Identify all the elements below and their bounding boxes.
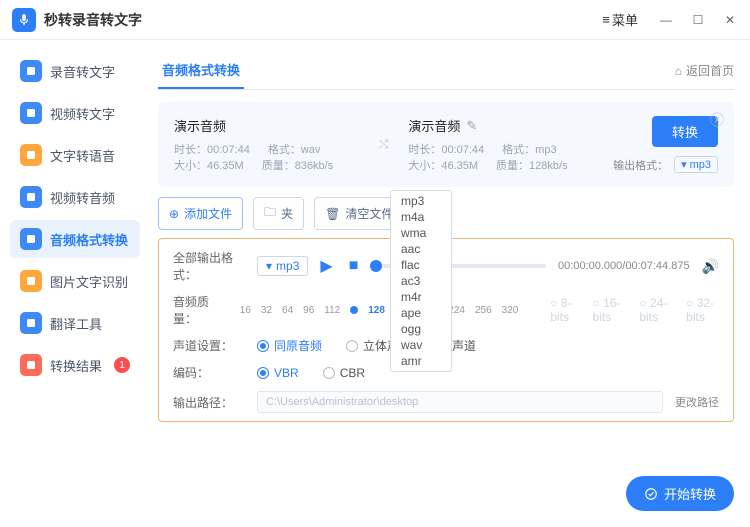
all-output-format-select[interactable]: ▾mp3	[257, 256, 308, 276]
result-badge: 1	[114, 357, 130, 373]
home-icon: ⌂	[675, 64, 682, 78]
start-convert-button[interactable]: 开始转换	[626, 476, 734, 511]
sidebar-icon	[20, 270, 42, 292]
sidebar-icon	[20, 228, 42, 250]
file-card: ⓧ 演示音频 时长：00:07:44 格式：wav 大小：46.35M 质量：8…	[158, 102, 734, 187]
format-option-mp3[interactable]: mp3	[391, 193, 451, 209]
source-file-name: 演示音频	[174, 116, 359, 135]
plus-icon: ⊕	[169, 207, 179, 221]
sidebar-item-label: 图片文字识别	[50, 272, 128, 291]
change-path-button[interactable]: 更改路径	[675, 394, 719, 410]
format-option-ac3[interactable]: ac3	[391, 273, 451, 289]
format-option-amr[interactable]: amr	[391, 353, 451, 369]
encode-radio-0[interactable]: VBR	[257, 366, 299, 380]
sidebar-item-5[interactable]: 图片文字识别	[10, 262, 140, 300]
close-button[interactable]: ✕	[722, 12, 738, 28]
sidebar-item-label: 文字转语音	[50, 146, 115, 165]
sidebar-icon	[20, 354, 42, 376]
format-option-m4r[interactable]: m4r	[391, 289, 451, 305]
sidebar-icon	[20, 312, 42, 334]
format-option-wma[interactable]: wma	[391, 225, 451, 241]
sidebar-item-label: 音频格式转换	[50, 230, 128, 249]
play-button[interactable]: ▶	[320, 256, 332, 276]
sidebar-item-label: 转换结果	[50, 356, 102, 375]
maximize-button[interactable]: ☐	[690, 12, 706, 28]
stop-button[interactable]: ■	[349, 257, 359, 275]
sidebar-item-label: 翻译工具	[50, 314, 102, 333]
output-format-select[interactable]: ▾mp3	[674, 156, 718, 173]
sidebar-item-7[interactable]: 转换结果 1	[10, 346, 140, 384]
format-option-m4a[interactable]: m4a	[391, 209, 451, 225]
sidebar-item-2[interactable]: 文字转语音	[10, 136, 140, 174]
format-option-ogg[interactable]: ogg	[391, 321, 451, 337]
time-display: 00:00:00.000/00:07:44.875	[558, 260, 690, 272]
encode-radio-1[interactable]: CBR	[323, 366, 365, 380]
quality-step-32[interactable]: 32	[261, 305, 272, 316]
app-logo	[12, 8, 36, 32]
quality-step-96[interactable]: 96	[303, 305, 314, 316]
quality-scale[interactable]: 16326496112128160192224256320	[240, 305, 519, 316]
quality-step-128[interactable]: 128	[368, 305, 385, 316]
quality-step-16[interactable]: 16	[240, 305, 251, 316]
sidebar-icon	[20, 186, 42, 208]
all-output-format-label: 全部输出格式：	[173, 249, 245, 283]
quality-step-320[interactable]: 320	[502, 305, 519, 316]
format-option-ape[interactable]: ape	[391, 305, 451, 321]
sidebar-item-0[interactable]: 录音转文字	[10, 52, 140, 90]
format-option-wav[interactable]: wav	[391, 337, 451, 353]
remove-file-button[interactable]: ⓧ	[710, 110, 724, 130]
bits-option[interactable]: ○ 24-bits	[639, 296, 672, 324]
format-option-flac[interactable]: flac	[391, 257, 451, 273]
output-path-label: 输出路径：	[173, 394, 245, 411]
sidebar-icon	[20, 60, 42, 82]
trash-icon: 🗑	[325, 207, 340, 221]
sidebar-item-3[interactable]: 视频转音频	[10, 178, 140, 216]
sidebar-item-label: 录音转文字	[50, 62, 115, 81]
sidebar-item-label: 视频转文字	[50, 104, 115, 123]
target-file-name: 演示音频	[408, 116, 460, 135]
sidebar: 录音转文字视频转文字文字转语音视频转音频音频格式转换图片文字识别翻译工具转换结果…	[0, 40, 150, 527]
swap-icon[interactable]: ⤭	[379, 137, 389, 152]
app-title: 秒转录音转文字	[44, 10, 594, 30]
encode-label: 编码：	[173, 364, 245, 381]
quality-step-112[interactable]: 112	[324, 305, 340, 316]
quality-step-64[interactable]: 64	[282, 305, 293, 316]
format-option-aac[interactable]: aac	[391, 241, 451, 257]
sidebar-item-4[interactable]: 音频格式转换	[10, 220, 140, 258]
sidebar-item-1[interactable]: 视频转文字	[10, 94, 140, 132]
minimize-button[interactable]: —	[658, 12, 674, 28]
output-format-label: 输出格式：	[613, 157, 668, 173]
convert-button[interactable]: 转换	[652, 116, 718, 147]
add-folder-button[interactable]: 🗀 夹	[253, 197, 304, 230]
format-dropdown[interactable]: mp3m4awmaaacflacac3m4rapeoggwavamr	[390, 190, 452, 372]
quality-step-256[interactable]: 256	[475, 305, 492, 316]
bits-option[interactable]: ○ 16-bits	[592, 296, 625, 324]
tab-audio-format-convert[interactable]: 音频格式转换	[158, 52, 244, 89]
menu-button[interactable]: ≡菜单	[594, 6, 646, 33]
channel-radio-0[interactable]: 同原音频	[257, 337, 322, 354]
sidebar-item-6[interactable]: 翻译工具	[10, 304, 140, 342]
edit-name-icon[interactable]: ✎	[466, 118, 477, 134]
bits-option[interactable]: ○ 8-bits	[550, 296, 578, 324]
sidebar-icon	[20, 102, 42, 124]
return-home-link[interactable]: ⌂ 返回首页	[675, 62, 734, 79]
add-file-button[interactable]: ⊕ 添加文件	[158, 197, 243, 230]
channel-label: 声道设置：	[173, 337, 245, 354]
sidebar-item-label: 视频转音频	[50, 188, 115, 207]
folder-icon: 🗀	[264, 203, 276, 224]
quality-label: 音频质量：	[173, 293, 228, 327]
bits-option[interactable]: ○ 32-bits	[686, 296, 719, 324]
output-path-input[interactable]	[257, 391, 663, 413]
sidebar-icon	[20, 144, 42, 166]
volume-icon[interactable]: 🔊	[702, 258, 719, 275]
